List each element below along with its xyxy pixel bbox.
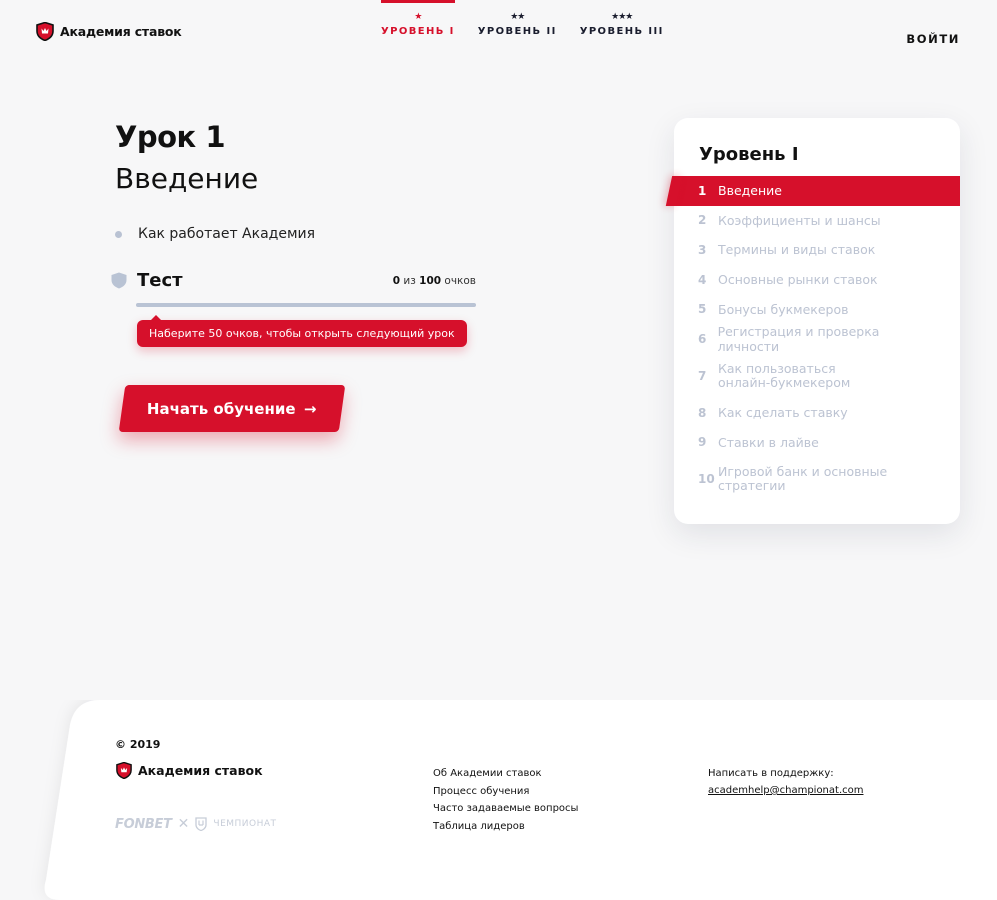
lesson-item-number: 8 [698,405,707,420]
partners: FONBET ✕ ЧЕМПИОНАТ [115,816,277,832]
lesson-item-number: 7 [698,368,707,383]
lesson-item-label: Термины и виды ставок [718,242,876,258]
footer-brand-name: Академия ставок [138,763,263,778]
lesson-item-number: 5 [698,302,707,317]
tab-level-3-label: УРОВЕНЬ III [579,26,664,37]
lesson-item-1[interactable]: 1 Введение [674,176,960,206]
star-icon: ★★ [510,12,525,22]
lesson-item-label: Как пользоваться онлайн-букмекером [718,360,851,390]
brand-name: Академия ставок [60,24,182,39]
test-progress-bar [136,303,476,307]
arrow-right-icon: → [304,399,317,418]
test-hint-tooltip: Наберите 50 очков, чтобы открыть следующ… [137,315,467,347]
card-title: Уровень I [699,144,799,165]
lesson-item-number: 6 [698,331,707,346]
footer-link-about[interactable]: Об Академии ставок [433,765,578,783]
test-title: Тест [137,270,183,291]
lesson-title: Введение [115,162,259,195]
login-button[interactable]: ВОЙТИ [906,32,960,46]
lesson-item-7[interactable]: 7 Как пользоваться онлайн-букмекером [674,354,960,398]
footer-link-leaderboard[interactable]: Таблица лидеров [433,818,578,836]
championat-logo: ЧЕМПИОНАТ [213,819,277,829]
level-lessons-card: Уровень I 1 Введение 2 Коэффициенты и ша… [674,118,960,524]
lesson-item-label: Игровой банк и основные стратегии [718,464,888,494]
start-learning-label: Начать обучение [147,399,296,418]
footer-links: Об Академии ставок Процесс обучения Част… [433,765,578,835]
lesson-item-9[interactable]: 9 Ставки в лайве [674,428,960,458]
tab-level-3[interactable]: ★★★ УРОВЕНЬ III [580,0,664,44]
lesson-item-number: 2 [698,213,707,228]
levels-nav: ★ УРОВЕНЬ I ★★ УРОВЕНЬ II ★★★ УРОВЕНЬ II… [381,0,687,44]
star-icon: ★★★ [611,12,633,22]
lesson-item-number: 3 [698,242,707,257]
championat-logo-icon [195,817,208,831]
lesson-item-5[interactable]: 5 Бонусы букмекеров [674,294,960,324]
topic-label: Как работает Академия [138,226,316,242]
star-icon: ★ [414,12,422,22]
lesson-item-label: Как сделать ставку [718,405,848,421]
test-score: 0 из 100 очков [393,275,476,287]
lesson-item-3[interactable]: 3 Термины и виды ставок [674,235,960,265]
lesson-item-6[interactable]: 6 Регистрация и проверка личности [674,324,960,354]
lesson-item-10[interactable]: 10 Игровой банк и основные стратегии [674,457,960,501]
brand-logo[interactable]: Академия ставок [36,22,182,41]
lesson-item-label: Регистрация и проверка личности [717,323,880,354]
copyright: © 2019 [115,738,161,751]
lesson-item-number: 10 [698,472,715,487]
bullet-icon [115,230,122,238]
lesson-number: Урок 1 [115,120,226,154]
score-of: из [403,274,416,287]
lesson-item-label: Основные рынки ставок [718,272,878,288]
lesson-item-number: 1 [698,183,707,198]
footer-link-faq[interactable]: Часто задаваемые вопросы [433,800,578,818]
lesson-item-number: 4 [698,272,707,287]
shield-logo-icon [36,22,54,41]
lesson-item-label: Введение [718,183,782,199]
support-block: Написать в поддержку: academhelp@champio… [708,765,863,799]
lesson-item-4[interactable]: 4 Основные рынки ставок [674,265,960,295]
support-label: Написать в поддержку: [708,768,834,779]
tab-level-2[interactable]: ★★ УРОВЕНЬ II [478,0,557,44]
tab-level-2-label: УРОВЕНЬ II [477,26,557,37]
shield-icon [111,272,127,289]
lesson-item-label: Коэффициенты и шансы [718,212,881,228]
footer-brand-logo[interactable]: Академия ставок [116,762,263,779]
footer-link-process[interactable]: Процесс обучения [433,783,578,801]
test-block: Тест 0 из 100 очков [111,270,476,307]
tab-level-1[interactable]: ★ УРОВЕНЬ I [381,0,455,44]
lesson-item-label: Ставки в лайве [718,434,819,450]
start-learning-button[interactable]: Начать обучение → [118,385,346,432]
cross-icon: ✕ [177,816,190,832]
lesson-list: 1 Введение 2 Коэффициенты и шансы 3 Терм… [674,176,960,501]
score-unit: очков [444,274,476,287]
lesson-topic: Как работает Академия [115,226,315,242]
lesson-item-label: Бонусы букмекеров [718,301,849,317]
score-max: 100 [419,274,442,287]
fonbet-logo: FONBET [115,816,172,832]
shield-logo-icon [116,762,132,779]
score-value: 0 [392,274,401,287]
support-email-link[interactable]: academhelp@championat.com [708,782,863,799]
lesson-item-8[interactable]: 8 Как сделать ставку [674,398,960,428]
lesson-item-2[interactable]: 2 Коэффициенты и шансы [674,206,960,236]
tab-level-1-label: УРОВЕНЬ I [381,26,455,37]
lesson-item-number: 9 [698,435,707,450]
